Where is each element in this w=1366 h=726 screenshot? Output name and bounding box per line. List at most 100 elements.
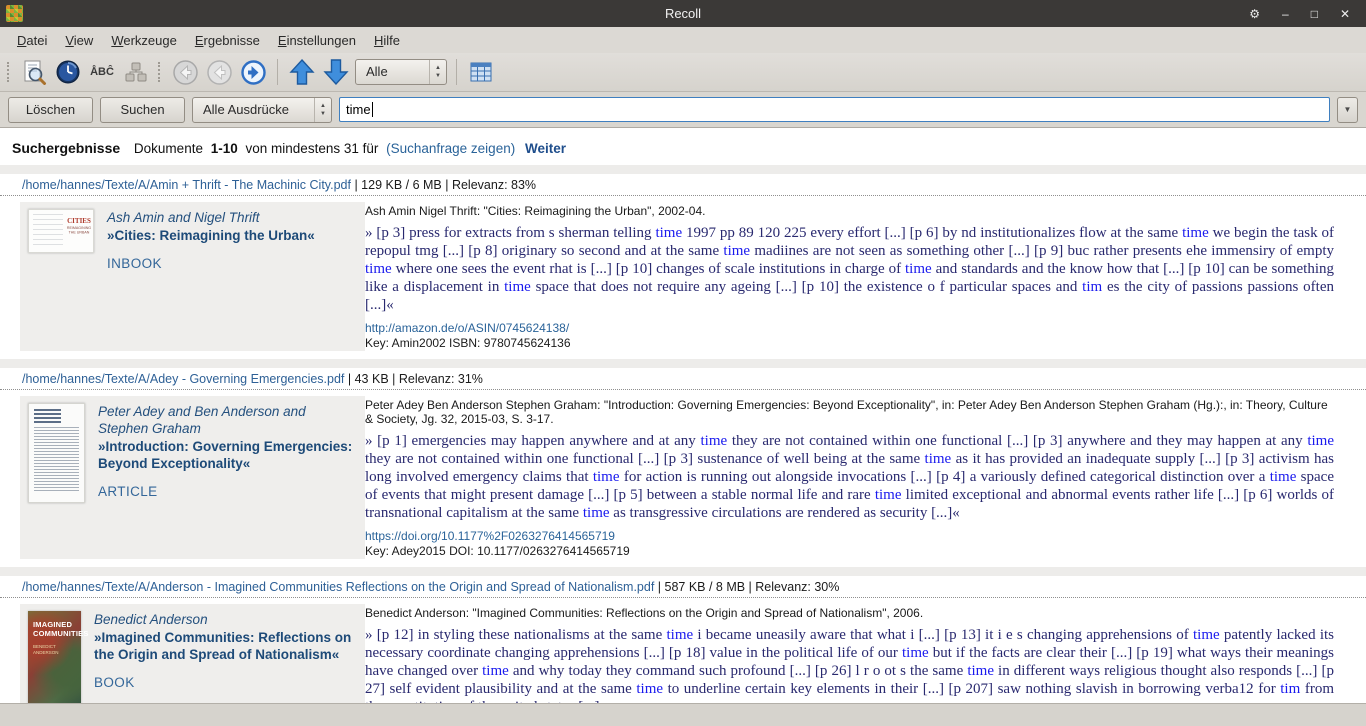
- result-url-link[interactable]: https://doi.org/10.1177%2F02632764145657…: [365, 529, 1334, 544]
- result-meta: | 129 KB / 6 MB | Relevanz: 83%: [351, 178, 536, 192]
- advanced-search-button[interactable]: [17, 56, 51, 88]
- result-citation: Benedict Anderson: "Imagined Communities…: [365, 606, 1334, 620]
- spin-down-icon: ▼: [435, 73, 441, 79]
- thumbnail-heading-lines: [34, 409, 61, 423]
- show-query-link[interactable]: (Suchanfrage zeigen): [386, 141, 515, 156]
- previous-arrow-icon: [206, 59, 233, 86]
- next-page-button[interactable]: [236, 56, 270, 88]
- result-meta: | 587 KB / 8 MB | Relevanz: 30%: [654, 580, 839, 594]
- document-history-button[interactable]: [51, 56, 85, 88]
- go-back-button[interactable]: [168, 56, 202, 88]
- results-docs-label: Dokumente: [134, 141, 203, 156]
- toolbar-separator: [456, 59, 457, 85]
- thumbnail-text-lines: [34, 427, 79, 493]
- term-explorer-button[interactable]: ÅBĈ: [85, 56, 119, 88]
- result-separator: [0, 165, 1366, 174]
- spin-up-icon: ▲: [320, 103, 326, 109]
- result-table-toggle-button[interactable]: [464, 56, 498, 88]
- results-header-title: Suchergebnisse: [12, 140, 120, 156]
- result-author: Benedict Anderson: [94, 611, 352, 628]
- advanced-search-icon: [21, 59, 47, 85]
- thumbnail-author: BENEDICT ANDERSON: [33, 644, 77, 656]
- thumbnail-title: COMMUNITIES: [33, 629, 77, 638]
- toolbar-grip-handle[interactable]: [7, 62, 12, 82]
- document-thumbnail[interactable]: CITIES REIMAGINING THE URBAN: [28, 209, 94, 253]
- result-author: Peter Adey and Ben Anderson and Stephen …: [98, 403, 355, 437]
- menubar: Datei View Werkzeuge Ergebnisse Einstell…: [0, 27, 1366, 53]
- results-range: 1-10: [211, 141, 238, 156]
- result-key: Key: Adey2015 DOI: 10.1177/0263276414565…: [365, 544, 1334, 559]
- result-snippet: » [p 3] press for extracts from s sherma…: [365, 224, 1334, 314]
- result-citation: Ash Amin Nigel Thrift: "Cities: Reimagin…: [365, 204, 1334, 218]
- status-bar: [0, 703, 1366, 726]
- toolbar: ÅBĈ: [0, 53, 1366, 92]
- combo-spinner[interactable]: ▲ ▼: [314, 98, 331, 122]
- maximize-button[interactable]: □: [1311, 7, 1318, 21]
- result-path-link[interactable]: /home/hannes/Texte/A/Adey - Governing Em…: [22, 372, 344, 386]
- thumbnail-title: IMAGINED: [33, 620, 77, 629]
- down-arrow-icon: [322, 58, 350, 86]
- result-path-line: /home/hannes/Texte/A/Adey - Governing Em…: [0, 368, 1366, 390]
- result-path-link[interactable]: /home/hannes/Texte/A/Anderson - Imagined…: [22, 580, 654, 594]
- menu-datei[interactable]: Datei: [8, 29, 56, 52]
- result-meta: | 43 KB | Relevanz: 31%: [344, 372, 483, 386]
- results-area: Suchergebnisse Dokumente 1-10 von mindes…: [0, 129, 1366, 703]
- previous-page-button[interactable]: [202, 56, 236, 88]
- document-thumbnail[interactable]: [28, 403, 85, 503]
- minimize-button[interactable]: –: [1282, 7, 1289, 21]
- abc-icon: ÅBĈ: [90, 66, 114, 78]
- next-arrow-icon: [240, 59, 267, 86]
- result-citation: Peter Adey Ben Anderson Stephen Graham: …: [365, 398, 1334, 426]
- clear-button[interactable]: Löschen: [8, 97, 93, 123]
- search-query-text: time: [346, 102, 371, 117]
- search-button[interactable]: Suchen: [100, 97, 185, 123]
- close-button[interactable]: ✕: [1340, 7, 1350, 21]
- window-title: Recoll: [0, 6, 1366, 21]
- result-title: »Imagined Communities: Reflections on th…: [94, 629, 352, 663]
- thumbnail-subtitle: REIMAGINING THE URBAN: [66, 226, 91, 235]
- search-history-dropdown[interactable]: ▼: [1337, 97, 1358, 123]
- result-info-cell: IMAGINED COMMUNITIES BENEDICT ANDERSON B…: [20, 604, 365, 703]
- next-results-link[interactable]: Weiter: [525, 141, 566, 156]
- thumbnail-title: CITIES: [65, 217, 93, 225]
- search-input[interactable]: time: [339, 97, 1330, 122]
- result-title: »Introduction: Governing Emergencies: Be…: [98, 438, 355, 472]
- sort-parameters-button[interactable]: [119, 56, 153, 88]
- text-caret: [372, 102, 373, 117]
- menu-view[interactable]: View: [56, 29, 102, 52]
- menu-einstellungen[interactable]: Einstellungen: [269, 29, 365, 52]
- search-mode-value: Alle Ausdrücke: [193, 98, 314, 122]
- toolbar-grip-handle[interactable]: [158, 62, 163, 82]
- search-result: /home/hannes/Texte/A/Anderson - Imagined…: [0, 567, 1366, 703]
- menu-hilfe[interactable]: Hilfe: [365, 29, 409, 52]
- result-path-line: /home/hannes/Texte/A/Anderson - Imagined…: [0, 576, 1366, 598]
- result-doctype: ARTICLE: [98, 484, 355, 499]
- window-menu-gear-icon[interactable]: ⚙: [1249, 7, 1260, 21]
- blocks-icon: [123, 59, 149, 85]
- combo-spinner[interactable]: ▲ ▼: [429, 60, 446, 84]
- result-doctype: BOOK: [94, 675, 352, 690]
- scroll-down-button[interactable]: [319, 56, 353, 88]
- category-filter-value: Alle: [356, 60, 429, 84]
- thumbnail-text-lines: [33, 214, 63, 248]
- scroll-up-button[interactable]: [285, 56, 319, 88]
- table-grid-icon: [469, 60, 493, 84]
- back-arrow-icon: [172, 59, 199, 86]
- category-filter-combo[interactable]: Alle ▲ ▼: [355, 59, 447, 85]
- result-path-link[interactable]: /home/hannes/Texte/A/Amin + Thrift - The…: [22, 178, 351, 192]
- search-result: /home/hannes/Texte/A/Adey - Governing Em…: [0, 359, 1366, 567]
- document-thumbnail[interactable]: IMAGINED COMMUNITIES BENEDICT ANDERSON: [28, 611, 81, 703]
- menu-ergebnisse[interactable]: Ergebnisse: [186, 29, 269, 52]
- menu-werkzeuge[interactable]: Werkzeuge: [102, 29, 186, 52]
- results-header: Suchergebnisse Dokumente 1-10 von mindes…: [0, 129, 1366, 165]
- search-mode-combo[interactable]: Alle Ausdrücke ▲ ▼: [192, 97, 332, 123]
- spin-up-icon: ▲: [435, 65, 441, 71]
- result-url-link[interactable]: http://amazon.de/o/ASIN/0745624138/: [365, 321, 1334, 336]
- results-count-text: von mindestens 31 für: [246, 141, 379, 156]
- clock-icon: [55, 59, 81, 85]
- result-title: »Cities: Reimagining the Urban«: [107, 227, 355, 244]
- spin-down-icon: ▼: [320, 111, 326, 117]
- search-bar: Löschen Suchen Alle Ausdrücke ▲ ▼ time ▼: [0, 92, 1366, 128]
- result-key: Key: Amin2002 ISBN: 9780745624136: [365, 336, 1334, 351]
- up-arrow-icon: [288, 58, 316, 86]
